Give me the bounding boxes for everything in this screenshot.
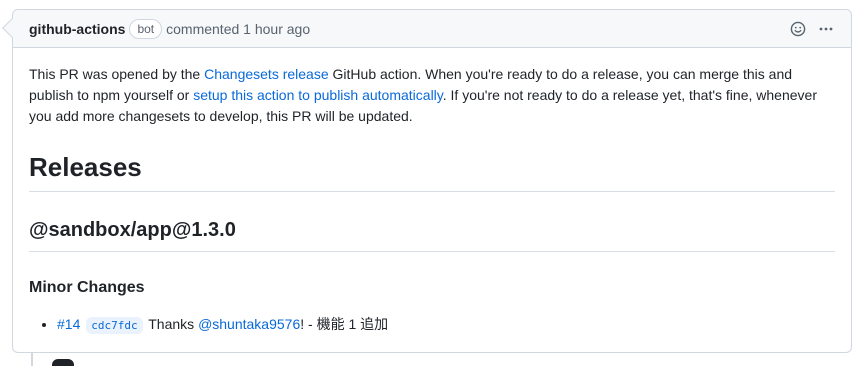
releases-heading: Releases [29, 150, 835, 192]
comment-box: github-actions bot commented 1 hour ago [2, 9, 852, 353]
changes-list: #14 cdc7fdc Thanks @shuntaka9576! - 機能 1… [29, 312, 835, 338]
change-description: ! - 機能 1 追加 [300, 316, 389, 332]
changesets-release-link[interactable]: Changesets release [204, 66, 329, 82]
setup-action-link[interactable]: setup this action to publish automatical… [193, 87, 443, 103]
package-heading: @sandbox/app@1.3.0 [29, 216, 835, 252]
timeline-badge-icon [52, 359, 74, 366]
pr-link[interactable]: #14 [57, 316, 80, 332]
minor-changes-heading: Minor Changes [29, 279, 145, 296]
comment-header: github-actions bot commented 1 hour ago [13, 10, 851, 48]
comment-body: This PR was opened by the Changesets rel… [13, 48, 851, 338]
intro-paragraph: This PR was opened by the Changesets rel… [29, 64, 835, 127]
header-actions [789, 20, 835, 38]
comment-timestamp[interactable]: commented 1 hour ago [166, 21, 310, 37]
list-item: #14 cdc7fdc Thanks @shuntaka9576! - 機能 1… [57, 312, 835, 338]
intro-text-1: This PR was opened by the [29, 66, 205, 82]
user-mention-link[interactable]: @shuntaka9576 [198, 316, 300, 332]
timeline-line [31, 352, 33, 366]
commit-hash-link[interactable]: cdc7fdc [86, 317, 143, 334]
smiley-icon[interactable] [789, 20, 807, 38]
kebab-horizontal-icon[interactable] [817, 20, 835, 38]
bot-badge: bot [129, 18, 163, 39]
author-link[interactable]: github-actions [29, 21, 125, 37]
thanks-text: Thanks [148, 316, 195, 332]
